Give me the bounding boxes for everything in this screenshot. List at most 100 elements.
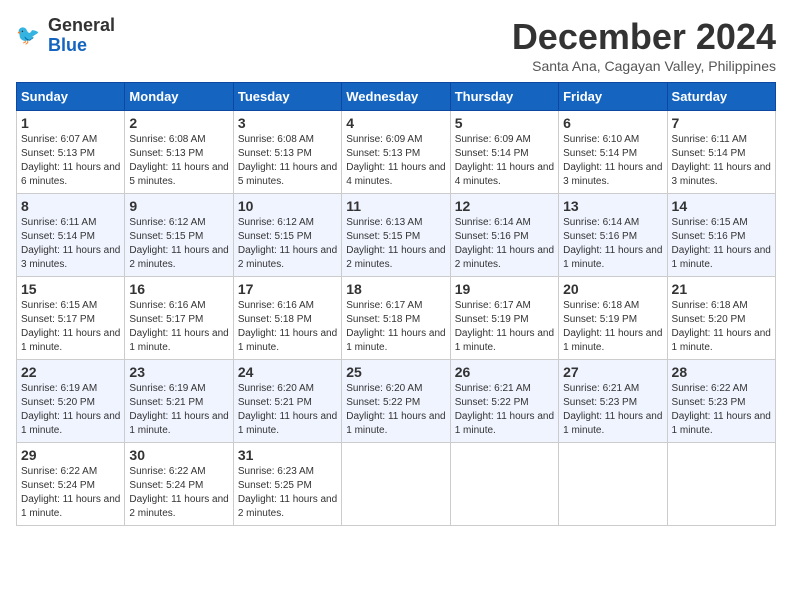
sunset-label: Sunset: 5:16 PM — [455, 231, 529, 242]
daylight-label: Daylight: 11 hours and 1 minute. — [238, 411, 337, 436]
sunrise-label: Sunrise: 6:11 AM — [21, 217, 96, 228]
sunrise-label: Sunrise: 6:10 AM — [563, 134, 639, 145]
sunrise-label: Sunrise: 6:17 AM — [455, 300, 531, 311]
table-row: 4 Sunrise: 6:09 AM Sunset: 5:13 PM Dayli… — [342, 111, 450, 194]
day-number: 25 — [346, 364, 445, 380]
sunrise-label: Sunrise: 6:22 AM — [21, 466, 97, 477]
day-info: Sunrise: 6:21 AM Sunset: 5:22 PM Dayligh… — [455, 382, 554, 438]
day-info: Sunrise: 6:14 AM Sunset: 5:16 PM Dayligh… — [455, 216, 554, 272]
day-number: 1 — [21, 115, 120, 131]
calendar-week-row: 29 Sunrise: 6:22 AM Sunset: 5:24 PM Dayl… — [17, 443, 776, 526]
sunset-label: Sunset: 5:13 PM — [21, 148, 95, 159]
day-number: 29 — [21, 447, 120, 463]
logo-icon: 🐦 — [16, 22, 44, 50]
sunrise-label: Sunrise: 6:09 AM — [455, 134, 531, 145]
sunset-label: Sunset: 5:14 PM — [672, 148, 746, 159]
calendar-header-row: Sunday Monday Tuesday Wednesday Thursday… — [17, 83, 776, 111]
sunrise-label: Sunrise: 6:18 AM — [563, 300, 639, 311]
sunset-label: Sunset: 5:14 PM — [21, 231, 95, 242]
table-row: 22 Sunrise: 6:19 AM Sunset: 5:20 PM Dayl… — [17, 360, 125, 443]
day-info: Sunrise: 6:20 AM Sunset: 5:21 PM Dayligh… — [238, 382, 337, 438]
sunrise-label: Sunrise: 6:09 AM — [346, 134, 422, 145]
day-number: 30 — [129, 447, 228, 463]
day-info: Sunrise: 6:10 AM Sunset: 5:14 PM Dayligh… — [563, 133, 662, 189]
daylight-label: Daylight: 11 hours and 1 minute. — [21, 411, 120, 436]
sunrise-label: Sunrise: 6:20 AM — [238, 383, 314, 394]
table-row: 29 Sunrise: 6:22 AM Sunset: 5:24 PM Dayl… — [17, 443, 125, 526]
day-info: Sunrise: 6:15 AM Sunset: 5:16 PM Dayligh… — [672, 216, 771, 272]
table-row: 21 Sunrise: 6:18 AM Sunset: 5:20 PM Dayl… — [667, 277, 775, 360]
sunset-label: Sunset: 5:13 PM — [129, 148, 203, 159]
day-number: 10 — [238, 198, 337, 214]
col-thursday: Thursday — [450, 83, 558, 111]
day-number: 27 — [563, 364, 662, 380]
day-number: 4 — [346, 115, 445, 131]
day-info: Sunrise: 6:09 AM Sunset: 5:13 PM Dayligh… — [346, 133, 445, 189]
day-info: Sunrise: 6:22 AM Sunset: 5:24 PM Dayligh… — [21, 465, 120, 521]
sunset-label: Sunset: 5:24 PM — [129, 480, 203, 491]
day-number: 31 — [238, 447, 337, 463]
sunrise-label: Sunrise: 6:15 AM — [21, 300, 97, 311]
day-number: 11 — [346, 198, 445, 214]
sunset-label: Sunset: 5:15 PM — [238, 231, 312, 242]
table-row: 10 Sunrise: 6:12 AM Sunset: 5:15 PM Dayl… — [233, 194, 341, 277]
table-row: 8 Sunrise: 6:11 AM Sunset: 5:14 PM Dayli… — [17, 194, 125, 277]
table-row: 7 Sunrise: 6:11 AM Sunset: 5:14 PM Dayli… — [667, 111, 775, 194]
day-number: 8 — [21, 198, 120, 214]
table-row — [450, 443, 558, 526]
sunset-label: Sunset: 5:14 PM — [455, 148, 529, 159]
calendar-week-row: 15 Sunrise: 6:15 AM Sunset: 5:17 PM Dayl… — [17, 277, 776, 360]
daylight-label: Daylight: 11 hours and 3 minutes. — [563, 162, 662, 187]
day-info: Sunrise: 6:17 AM Sunset: 5:19 PM Dayligh… — [455, 299, 554, 355]
day-info: Sunrise: 6:09 AM Sunset: 5:14 PM Dayligh… — [455, 133, 554, 189]
day-number: 26 — [455, 364, 554, 380]
col-saturday: Saturday — [667, 83, 775, 111]
sunrise-label: Sunrise: 6:23 AM — [238, 466, 314, 477]
table-row — [667, 443, 775, 526]
location-subtitle: Santa Ana, Cagayan Valley, Philippines — [512, 58, 776, 74]
logo: 🐦 General Blue — [16, 16, 115, 56]
table-row: 30 Sunrise: 6:22 AM Sunset: 5:24 PM Dayl… — [125, 443, 233, 526]
day-number: 21 — [672, 281, 771, 297]
day-number: 14 — [672, 198, 771, 214]
day-info: Sunrise: 6:12 AM Sunset: 5:15 PM Dayligh… — [238, 216, 337, 272]
daylight-label: Daylight: 11 hours and 4 minutes. — [455, 162, 554, 187]
sunset-label: Sunset: 5:21 PM — [129, 397, 203, 408]
sunset-label: Sunset: 5:13 PM — [238, 148, 312, 159]
daylight-label: Daylight: 11 hours and 3 minutes. — [21, 245, 120, 270]
day-number: 5 — [455, 115, 554, 131]
daylight-label: Daylight: 11 hours and 1 minute. — [563, 411, 662, 436]
daylight-label: Daylight: 11 hours and 1 minute. — [129, 328, 228, 353]
sunrise-label: Sunrise: 6:17 AM — [346, 300, 422, 311]
day-info: Sunrise: 6:17 AM Sunset: 5:18 PM Dayligh… — [346, 299, 445, 355]
daylight-label: Daylight: 11 hours and 1 minute. — [346, 411, 445, 436]
sunrise-label: Sunrise: 6:19 AM — [129, 383, 205, 394]
sunset-label: Sunset: 5:17 PM — [129, 314, 203, 325]
daylight-label: Daylight: 11 hours and 6 minutes. — [21, 162, 120, 187]
calendar-week-row: 1 Sunrise: 6:07 AM Sunset: 5:13 PM Dayli… — [17, 111, 776, 194]
daylight-label: Daylight: 11 hours and 1 minute. — [346, 328, 445, 353]
day-number: 17 — [238, 281, 337, 297]
sunrise-label: Sunrise: 6:08 AM — [129, 134, 205, 145]
table-row: 9 Sunrise: 6:12 AM Sunset: 5:15 PM Dayli… — [125, 194, 233, 277]
table-row: 31 Sunrise: 6:23 AM Sunset: 5:25 PM Dayl… — [233, 443, 341, 526]
daylight-label: Daylight: 11 hours and 2 minutes. — [238, 245, 337, 270]
daylight-label: Daylight: 11 hours and 1 minute. — [21, 494, 120, 519]
sunrise-label: Sunrise: 6:21 AM — [563, 383, 639, 394]
day-number: 24 — [238, 364, 337, 380]
day-info: Sunrise: 6:19 AM Sunset: 5:21 PM Dayligh… — [129, 382, 228, 438]
day-number: 20 — [563, 281, 662, 297]
table-row: 24 Sunrise: 6:20 AM Sunset: 5:21 PM Dayl… — [233, 360, 341, 443]
col-sunday: Sunday — [17, 83, 125, 111]
day-number: 12 — [455, 198, 554, 214]
daylight-label: Daylight: 11 hours and 2 minutes. — [238, 494, 337, 519]
day-info: Sunrise: 6:22 AM Sunset: 5:23 PM Dayligh… — [672, 382, 771, 438]
day-info: Sunrise: 6:07 AM Sunset: 5:13 PM Dayligh… — [21, 133, 120, 189]
table-row: 20 Sunrise: 6:18 AM Sunset: 5:19 PM Dayl… — [559, 277, 667, 360]
sunrise-label: Sunrise: 6:22 AM — [129, 466, 205, 477]
day-info: Sunrise: 6:08 AM Sunset: 5:13 PM Dayligh… — [129, 133, 228, 189]
day-number: 22 — [21, 364, 120, 380]
table-row: 13 Sunrise: 6:14 AM Sunset: 5:16 PM Dayl… — [559, 194, 667, 277]
day-info: Sunrise: 6:16 AM Sunset: 5:18 PM Dayligh… — [238, 299, 337, 355]
calendar-week-row: 8 Sunrise: 6:11 AM Sunset: 5:14 PM Dayli… — [17, 194, 776, 277]
